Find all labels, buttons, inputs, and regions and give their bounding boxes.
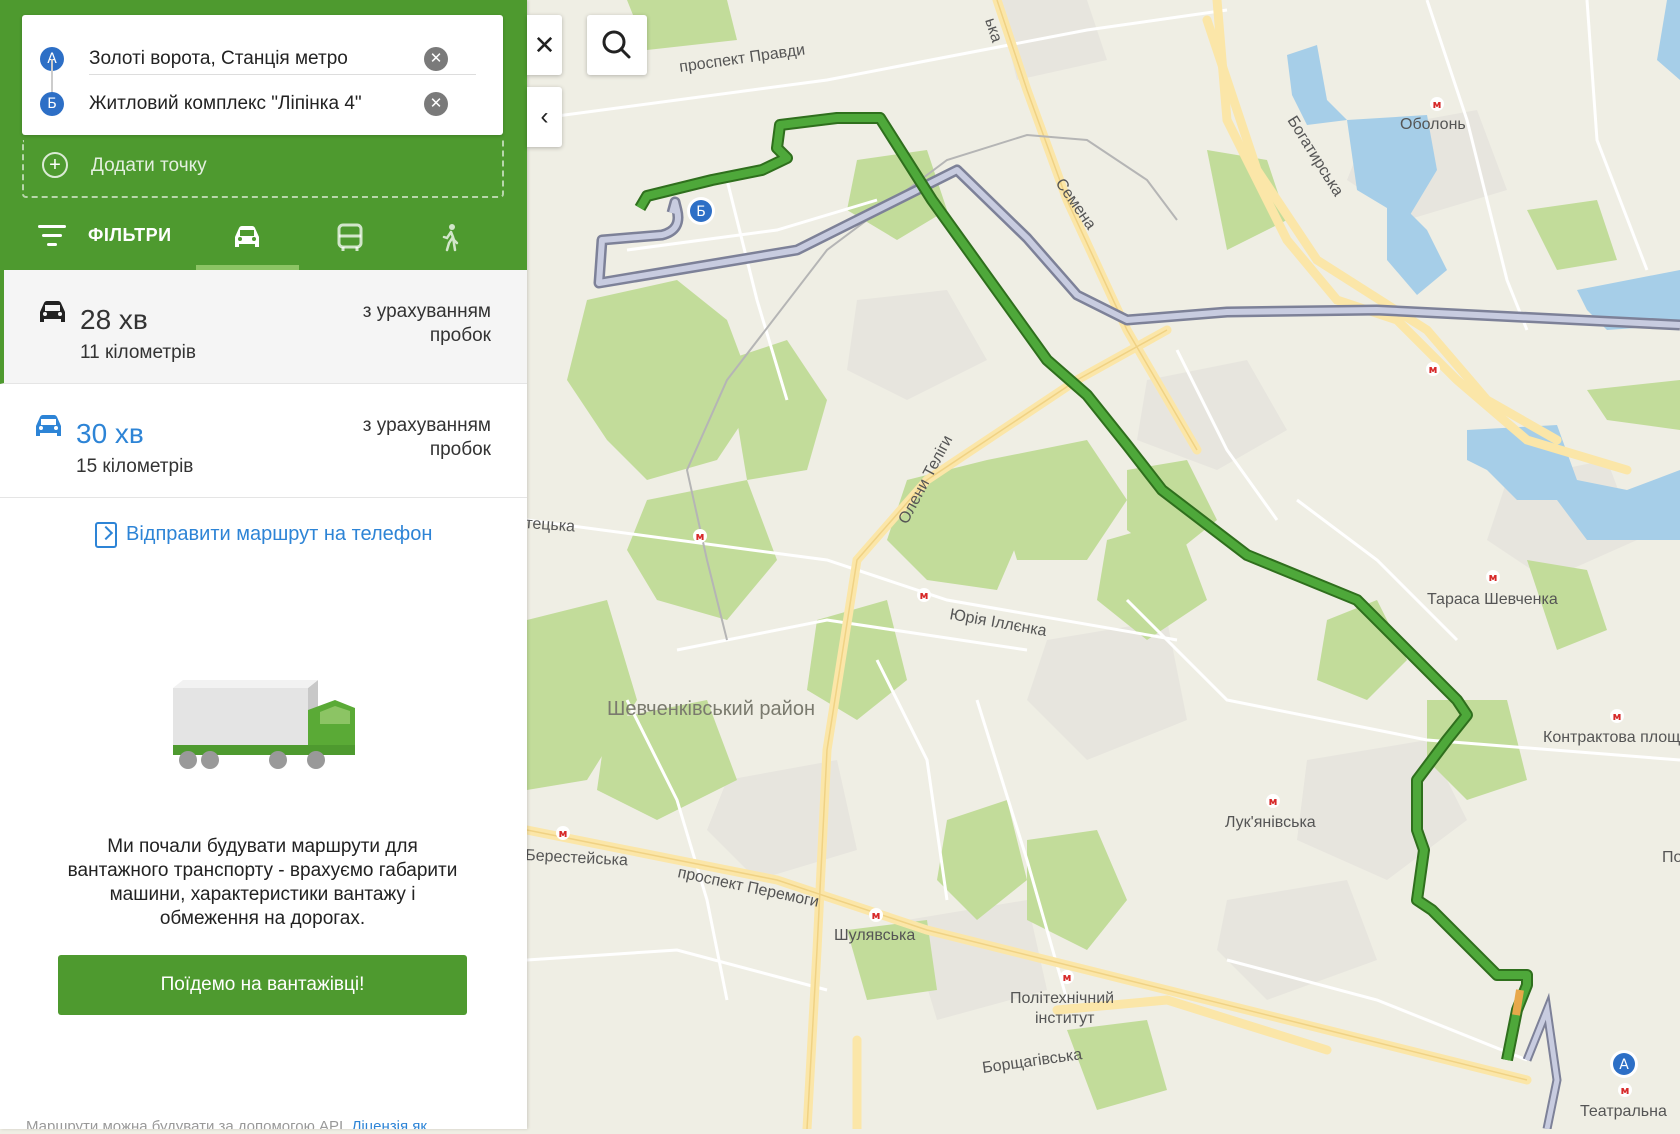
svg-text:інститут: інститут — [1035, 1010, 1095, 1027]
svg-text:Оболонь: Оболонь — [1400, 116, 1466, 133]
close-icon: ✕ — [533, 30, 556, 60]
route-time: 30 хв — [76, 418, 144, 449]
collapse-sidebar-button[interactable]: ‹ — [527, 87, 562, 147]
truck-promo-text: Ми почали будувати маршрути для вантажно… — [67, 836, 458, 929]
svg-text:Контрактова площа: Контрактова площа — [1543, 729, 1680, 746]
route-points-card: А Золоті ворота, Станція метро ✕ Б Житло… — [22, 15, 503, 135]
marker-b: Б — [687, 197, 715, 225]
chevron-left-icon: ‹ — [540, 103, 549, 130]
add-point-label: Додати точку — [91, 155, 207, 176]
svg-text:м: м — [872, 909, 881, 922]
traffic-note: з урахуванням пробок — [362, 415, 491, 460]
sidebar: А Золоті ворота, Станція метро ✕ Б Житло… — [0, 0, 527, 1129]
send-route-label: Відправити маршрут на телефон — [126, 523, 433, 545]
add-point-button[interactable]: + Додати точку — [22, 140, 504, 198]
route-time: 28 хв — [80, 304, 148, 335]
send-to-phone-icon — [95, 522, 117, 548]
svg-text:м: м — [920, 589, 929, 602]
close-button[interactable]: ✕ — [527, 15, 562, 75]
svg-text:А: А — [1619, 1057, 1629, 1073]
walk-icon — [442, 224, 459, 252]
svg-text:Шевченківський район: Шевченківський район — [607, 698, 815, 720]
svg-text:м: м — [559, 827, 568, 840]
svg-text:м: м — [1429, 363, 1438, 376]
car-icon — [36, 415, 61, 436]
traffic-note: з урахуванням пробок — [362, 301, 491, 346]
search-button[interactable] — [587, 15, 647, 75]
svg-text:Театральна: Театральна — [1580, 1103, 1667, 1120]
svg-text:Шулявська: Шулявська — [834, 927, 915, 944]
clear-icon[interactable]: ✕ — [424, 47, 448, 71]
tab-car[interactable] — [196, 205, 296, 270]
filter-icon — [38, 225, 66, 247]
truck-route-button[interactable]: Поїдемо на вантажівці! — [58, 955, 467, 1015]
tab-bus[interactable] — [298, 205, 398, 270]
point-a-input[interactable]: Золоті ворота, Станція метро — [89, 48, 348, 70]
map-svg: м м м м м м м м м м м проспект Правди ьк… — [522, 0, 1680, 1134]
route-distance: 11 кілометрів — [80, 342, 196, 363]
svg-text:м: м — [1269, 795, 1278, 808]
map-canvas[interactable]: м м м м м м м м м м м проспект Правди ьк… — [522, 0, 1680, 1134]
bus-icon — [337, 223, 363, 251]
svg-text:Лук'янівська: Лук'янівська — [1225, 814, 1316, 831]
svg-text:м: м — [1613, 710, 1622, 723]
transport-modes: ФІЛЬТРИ — [0, 205, 527, 270]
route-point-b[interactable]: Б Житловий комплекс "Ліпінка 4" ✕ — [22, 75, 503, 135]
filters-label: ФІЛЬТРИ — [88, 225, 172, 245]
clear-icon[interactable]: ✕ — [424, 92, 448, 116]
svg-text:Б: Б — [696, 204, 706, 220]
svg-text:тецька: тецька — [527, 515, 576, 535]
point-b-input[interactable]: Житловий комплекс "Ліпінка 4" — [89, 93, 362, 115]
route-option-2[interactable]: 30 хв 15 кілометрів з урахуванням пробок — [0, 384, 527, 498]
route-distance: 15 кілометрів — [76, 456, 194, 477]
point-b-badge: Б — [40, 92, 64, 116]
footer-text: Маршрути можна будувати за допомогою API… — [26, 1118, 348, 1129]
tab-walk[interactable] — [400, 205, 500, 270]
svg-text:Політехнічний: Політехнічний — [1010, 990, 1114, 1007]
swap-arrows-icon[interactable]: ⇕ — [468, 50, 493, 100]
route-header: А Золоті ворота, Станція метро ✕ Б Житло… — [0, 0, 527, 270]
plus-circle-icon: + — [42, 152, 68, 178]
svg-text:м: м — [1489, 571, 1498, 584]
car-icon — [235, 226, 259, 247]
svg-text:м: м — [1063, 971, 1072, 984]
truck-illustration — [173, 680, 355, 769]
svg-text:м: м — [696, 530, 705, 543]
svg-text:Тараса Шевченка: Тараса Шевченка — [1427, 591, 1558, 608]
route-option-1[interactable]: 28 хв 11 кілометрів з урахуванням пробок — [0, 270, 527, 384]
search-icon — [602, 30, 631, 59]
svg-text:м: м — [1433, 98, 1442, 111]
license-link[interactable]: Ліцензія як — [352, 1118, 427, 1129]
marker-a: А — [1610, 1050, 1638, 1078]
svg-text:м: м — [1621, 1084, 1630, 1097]
car-icon — [40, 301, 65, 322]
footer-note: Маршрути можна будувати за допомогою API… — [26, 1118, 427, 1129]
svg-text:По: По — [1662, 849, 1680, 866]
